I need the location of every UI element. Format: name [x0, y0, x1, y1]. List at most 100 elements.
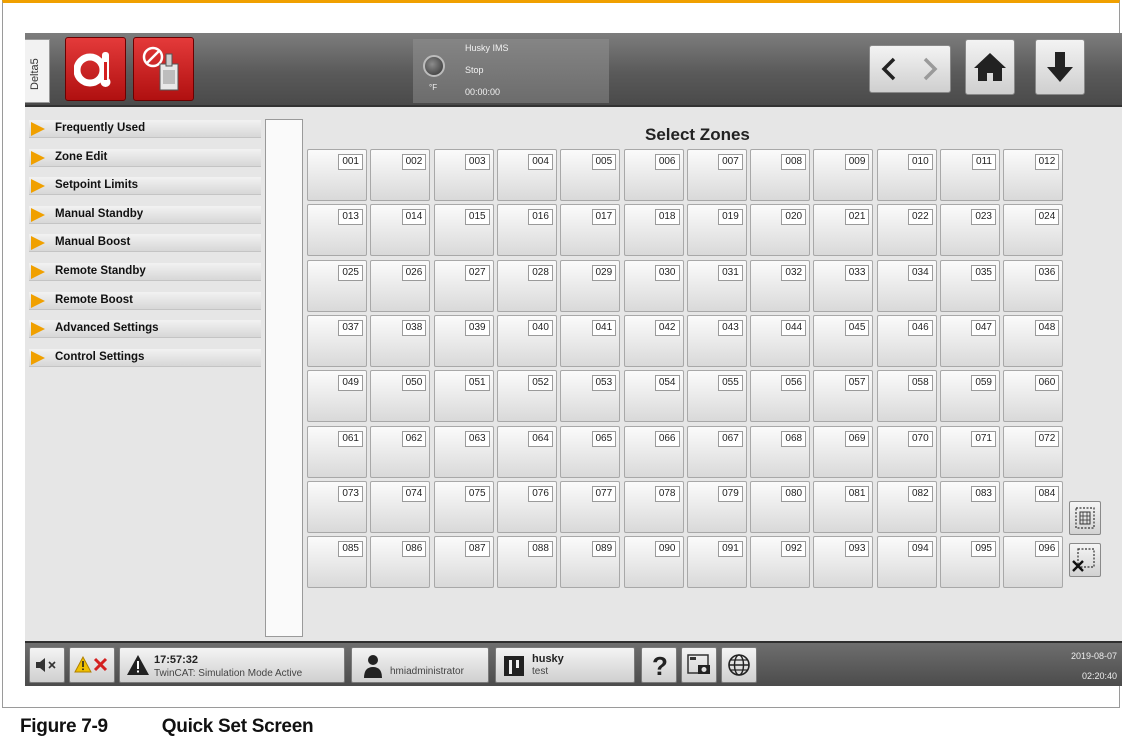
- menu-item-control-settings[interactable]: Control Settings: [29, 348, 261, 377]
- zone-button[interactable]: 081: [813, 480, 874, 533]
- zone-button[interactable]: 027: [433, 259, 494, 312]
- zone-button[interactable]: 054: [623, 370, 684, 423]
- zone-button[interactable]: 082: [876, 480, 937, 533]
- menu-scrollbar[interactable]: [265, 119, 303, 637]
- zone-button[interactable]: 016: [496, 204, 557, 257]
- zone-button[interactable]: 001: [307, 149, 367, 201]
- zone-button[interactable]: 087: [433, 536, 494, 589]
- select-all-zones-button[interactable]: [1069, 501, 1101, 535]
- zone-button[interactable]: 012: [1003, 149, 1064, 201]
- zone-button[interactable]: 064: [496, 425, 557, 478]
- zone-button[interactable]: 088: [496, 536, 557, 589]
- temperature-alarm-button[interactable]: [65, 37, 126, 101]
- zone-button[interactable]: 040: [496, 314, 557, 367]
- zone-button[interactable]: 030: [623, 259, 684, 312]
- zone-button[interactable]: 083: [940, 480, 1000, 533]
- zone-button[interactable]: 070: [876, 425, 937, 478]
- machine-interlock-button[interactable]: [133, 37, 194, 101]
- zone-button[interactable]: 074: [370, 480, 431, 533]
- zone-button[interactable]: 079: [686, 480, 747, 533]
- zone-button[interactable]: 042: [623, 314, 684, 367]
- zone-button[interactable]: 057: [813, 370, 874, 423]
- zone-button[interactable]: 013: [307, 204, 367, 257]
- zone-button[interactable]: 068: [750, 425, 811, 478]
- language-button[interactable]: [721, 647, 757, 683]
- zone-button[interactable]: 035: [940, 259, 1000, 312]
- zone-button[interactable]: 049: [307, 370, 367, 423]
- menu-item-remote-boost[interactable]: Remote Boost: [29, 291, 261, 320]
- screenshot-button[interactable]: [681, 647, 717, 683]
- zone-button[interactable]: 090: [623, 536, 684, 589]
- zone-button[interactable]: 096: [1003, 536, 1064, 589]
- delta-tab[interactable]: Delta5: [25, 39, 50, 103]
- zone-button[interactable]: 026: [370, 259, 431, 312]
- zone-button[interactable]: 002: [370, 149, 431, 201]
- clear-selection-button[interactable]: [1069, 543, 1101, 577]
- zone-button[interactable]: 058: [876, 370, 937, 423]
- zone-button[interactable]: 041: [560, 314, 621, 367]
- zone-button[interactable]: 059: [940, 370, 1000, 423]
- zone-button[interactable]: 018: [623, 204, 684, 257]
- zone-button[interactable]: 091: [686, 536, 747, 589]
- zone-button[interactable]: 043: [686, 314, 747, 367]
- zone-button[interactable]: 095: [940, 536, 1000, 589]
- zone-button[interactable]: 003: [433, 149, 494, 201]
- zone-button[interactable]: 038: [370, 314, 431, 367]
- help-button[interactable]: ?: [641, 647, 677, 683]
- zone-button[interactable]: 010: [876, 149, 937, 201]
- zone-button[interactable]: 036: [1003, 259, 1064, 312]
- zone-button[interactable]: 032: [750, 259, 811, 312]
- zone-button[interactable]: 053: [560, 370, 621, 423]
- zone-button[interactable]: 022: [876, 204, 937, 257]
- zone-button[interactable]: 086: [370, 536, 431, 589]
- zone-button[interactable]: 055: [686, 370, 747, 423]
- zone-button[interactable]: 089: [560, 536, 621, 589]
- zone-button[interactable]: 092: [750, 536, 811, 589]
- zone-button[interactable]: 023: [940, 204, 1000, 257]
- reset-alarms-button[interactable]: [69, 647, 115, 683]
- zone-button[interactable]: 046: [876, 314, 937, 367]
- zone-button[interactable]: 015: [433, 204, 494, 257]
- back-button[interactable]: [870, 46, 910, 92]
- zone-button[interactable]: 014: [370, 204, 431, 257]
- zone-button[interactable]: 077: [560, 480, 621, 533]
- zone-button[interactable]: 031: [686, 259, 747, 312]
- zone-button[interactable]: 045: [813, 314, 874, 367]
- zone-button[interactable]: 075: [433, 480, 494, 533]
- zone-button[interactable]: 062: [370, 425, 431, 478]
- home-button[interactable]: [965, 39, 1015, 95]
- zone-button[interactable]: 084: [1003, 480, 1064, 533]
- zone-button[interactable]: 037: [307, 314, 367, 367]
- download-button[interactable]: [1035, 39, 1085, 95]
- zone-button[interactable]: 073: [307, 480, 367, 533]
- menu-item-frequently-used[interactable]: Frequently Used: [29, 119, 261, 148]
- zone-button[interactable]: 044: [750, 314, 811, 367]
- forward-button[interactable]: [910, 46, 950, 92]
- user-button[interactable]: hmiadministrator: [351, 647, 489, 683]
- mold-button[interactable]: husky test: [495, 647, 635, 683]
- zone-button[interactable]: 020: [750, 204, 811, 257]
- zone-button[interactable]: 050: [370, 370, 431, 423]
- zone-button[interactable]: 019: [686, 204, 747, 257]
- zone-button[interactable]: 048: [1003, 314, 1064, 367]
- zone-button[interactable]: 069: [813, 425, 874, 478]
- zone-button[interactable]: 008: [750, 149, 811, 201]
- zone-button[interactable]: 061: [307, 425, 367, 478]
- zone-button[interactable]: 021: [813, 204, 874, 257]
- zone-button[interactable]: 065: [560, 425, 621, 478]
- menu-item-manual-boost[interactable]: Manual Boost: [29, 233, 261, 262]
- zone-button[interactable]: 017: [560, 204, 621, 257]
- zone-button[interactable]: 076: [496, 480, 557, 533]
- zone-button[interactable]: 071: [940, 425, 1000, 478]
- menu-item-zone-edit[interactable]: Zone Edit: [29, 148, 261, 177]
- zone-button[interactable]: 067: [686, 425, 747, 478]
- zone-button[interactable]: 080: [750, 480, 811, 533]
- zone-button[interactable]: 066: [623, 425, 684, 478]
- zone-button[interactable]: 085: [307, 536, 367, 589]
- zone-button[interactable]: 052: [496, 370, 557, 423]
- mute-button[interactable]: [29, 647, 65, 683]
- zone-button[interactable]: 033: [813, 259, 874, 312]
- zone-button[interactable]: 028: [496, 259, 557, 312]
- zone-button[interactable]: 009: [813, 149, 874, 201]
- zone-button[interactable]: 094: [876, 536, 937, 589]
